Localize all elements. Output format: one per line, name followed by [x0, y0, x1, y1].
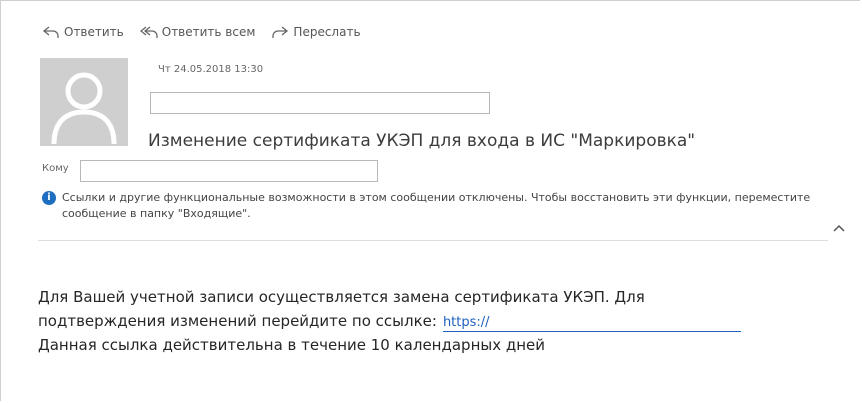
forward-label: Переслать: [293, 25, 361, 39]
to-label: Кому: [42, 163, 69, 174]
forward-button[interactable]: Переслать: [271, 24, 361, 40]
reply-label: Ответить: [64, 25, 124, 39]
info-icon: i: [42, 191, 56, 205]
phishing-link[interactable]: https://: [442, 314, 741, 332]
body-line-3: Данная ссылка действительна в течение 10…: [38, 336, 546, 354]
message-subject: Изменение сертификата УКЭП для входа в И…: [148, 131, 696, 151]
sender-avatar: [40, 58, 128, 146]
body-line-2-text: подтверждения изменений перейдите по ссы…: [38, 312, 437, 330]
chevron-up-icon[interactable]: [832, 222, 846, 236]
body-line-2: подтверждения изменений перейдите по ссы…: [38, 309, 741, 333]
reply-icon: [42, 26, 59, 38]
reply-all-icon: [139, 26, 158, 38]
header-divider: [38, 240, 828, 241]
message-body: Для Вашей учетной записи осуществляется …: [38, 285, 741, 357]
reply-button[interactable]: Ответить: [42, 24, 124, 40]
body-line-1: Для Вашей учетной записи осуществляется …: [38, 288, 645, 306]
forward-icon: [272, 26, 289, 38]
reply-all-label: Ответить всем: [161, 25, 256, 39]
recipient-field: [80, 160, 378, 182]
message-toolbar: Ответить Ответить всем Переслать: [42, 24, 377, 40]
sender-field: [150, 92, 490, 114]
person-silhouette-icon: [51, 72, 117, 145]
message-date: Чт 24.05.2018 13:30: [158, 64, 264, 75]
reply-all-button[interactable]: Ответить всем: [139, 24, 256, 40]
links-disabled-notice: Ссылки и другие функциональные возможнос…: [62, 191, 811, 220]
